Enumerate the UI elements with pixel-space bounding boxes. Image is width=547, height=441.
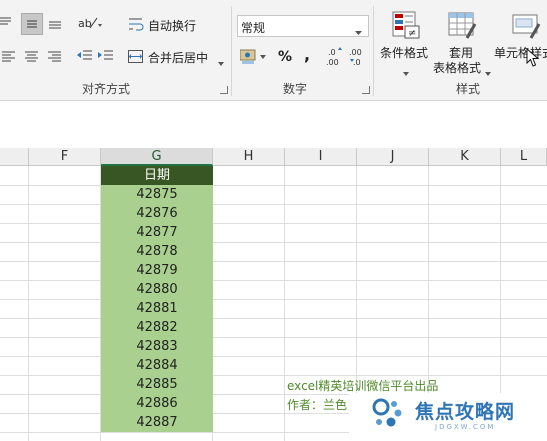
chevron-down-icon[interactable] bbox=[403, 65, 409, 76]
watermark-text: 焦点攻略网 bbox=[415, 401, 516, 423]
gridline bbox=[28, 166, 29, 441]
wrap-text-button[interactable]: 自动换行 bbox=[148, 14, 196, 36]
date-cell[interactable]: 42879 bbox=[101, 261, 213, 280]
svg-text:ab: ab bbox=[78, 17, 92, 30]
date-cell[interactable]: 42887 bbox=[101, 413, 213, 432]
middle-align-icon[interactable] bbox=[21, 13, 43, 35]
column-header-k[interactable]: K bbox=[429, 148, 501, 166]
watermark-dots-icon bbox=[372, 398, 402, 427]
divider bbox=[373, 6, 374, 96]
gridline bbox=[284, 166, 285, 441]
number-format-value: 常规 bbox=[241, 21, 266, 35]
number-dialog-launcher[interactable] bbox=[362, 86, 370, 94]
percent-style-button[interactable]: % bbox=[278, 46, 292, 68]
author-text[interactable]: 作者：兰色 bbox=[287, 396, 347, 413]
gridline bbox=[0, 299, 547, 300]
column-header-h[interactable]: H bbox=[213, 148, 285, 166]
column-header-l[interactable]: L bbox=[501, 148, 547, 166]
merge-center-icon[interactable] bbox=[128, 50, 144, 64]
svg-text:.0: .0 bbox=[328, 48, 336, 57]
date-cell[interactable]: 42886 bbox=[101, 394, 213, 413]
date-cell[interactable]: 42884 bbox=[101, 356, 213, 375]
decrease-indent-icon[interactable] bbox=[77, 49, 93, 63]
alignment-dialog-launcher[interactable] bbox=[220, 86, 228, 94]
format-as-table-line2[interactable]: 表格格式 bbox=[433, 56, 481, 78]
align-center-icon[interactable] bbox=[25, 50, 39, 62]
wrap-text-icon[interactable] bbox=[128, 16, 144, 32]
date-cell[interactable]: 42877 bbox=[101, 223, 213, 242]
chevron-down-icon[interactable] bbox=[218, 55, 224, 66]
format-as-table-icon[interactable] bbox=[447, 10, 477, 40]
orientation-icon[interactable]: ab bbox=[78, 14, 104, 32]
top-align-icon[interactable] bbox=[0, 16, 12, 28]
divider bbox=[231, 6, 232, 96]
column-header-i[interactable]: I bbox=[285, 148, 357, 166]
conditional-formatting-button[interactable]: 条件格式 bbox=[380, 41, 428, 63]
date-cell[interactable]: 42878 bbox=[101, 242, 213, 261]
row-header-corner[interactable] bbox=[0, 148, 29, 166]
date-cell[interactable]: 42882 bbox=[101, 318, 213, 337]
gridline bbox=[0, 280, 547, 281]
align-left-icon[interactable] bbox=[2, 50, 16, 62]
comma-style-button[interactable]: , bbox=[304, 43, 310, 65]
column-header-g[interactable]: G bbox=[101, 148, 213, 166]
alignment-group-label: 对齐方式 bbox=[82, 82, 131, 96]
gridline bbox=[0, 337, 547, 338]
increase-decimal-icon[interactable]: .0.00 bbox=[326, 47, 346, 67]
conditional-formatting-icon[interactable]: ≠ bbox=[391, 10, 421, 40]
watermark-logo: 焦点攻略网 JDGXW.COM bbox=[349, 393, 547, 441]
gridline bbox=[0, 204, 547, 205]
date-cell[interactable]: 42883 bbox=[101, 337, 213, 356]
number-format-dropdown[interactable]: 常规 bbox=[237, 15, 369, 37]
date-cell[interactable]: 42876 bbox=[101, 204, 213, 223]
date-cell[interactable]: 42885 bbox=[101, 375, 213, 394]
date-cell[interactable]: 42880 bbox=[101, 280, 213, 299]
column-header-j[interactable]: J bbox=[357, 148, 429, 166]
chevron-down-icon bbox=[355, 24, 362, 35]
gridline bbox=[0, 261, 547, 262]
svg-text:≠: ≠ bbox=[408, 28, 416, 39]
increase-indent-icon[interactable] bbox=[98, 49, 114, 63]
watermark-subtext: JDGXW.COM bbox=[435, 423, 496, 431]
gridline bbox=[0, 318, 547, 319]
styles-group-label: 样式 bbox=[456, 82, 481, 96]
svg-text:.0: .0 bbox=[353, 58, 361, 67]
gridline bbox=[0, 185, 547, 186]
svg-text:.00: .00 bbox=[326, 58, 339, 67]
align-right-icon[interactable] bbox=[48, 50, 62, 62]
date-header-cell[interactable]: 日期 bbox=[101, 166, 213, 185]
formula-bar-area bbox=[0, 101, 547, 149]
accounting-format-icon[interactable] bbox=[239, 48, 268, 66]
credit-text[interactable]: excel精英培训微信平台出品 bbox=[287, 377, 438, 394]
mouse-cursor-icon bbox=[526, 47, 540, 68]
svg-text:.00: .00 bbox=[349, 48, 362, 57]
gridline bbox=[0, 242, 547, 243]
decrease-decimal-icon[interactable]: .00.0 bbox=[349, 47, 369, 67]
cell-styles-icon[interactable] bbox=[511, 10, 541, 40]
date-cell[interactable]: 42875 bbox=[101, 185, 213, 204]
gridline bbox=[0, 223, 547, 224]
column-header-f[interactable]: F bbox=[29, 148, 101, 166]
date-cell[interactable]: 42881 bbox=[101, 299, 213, 318]
gridline bbox=[0, 356, 547, 357]
merge-center-button[interactable]: 合并后居中 bbox=[148, 46, 208, 68]
bottom-align-icon[interactable] bbox=[48, 16, 62, 30]
ribbon: ab 自动换行 合并后居中 对齐方式 常规 % , .0.00 .00 .0 数… bbox=[0, 0, 547, 101]
number-group-label: 数字 bbox=[283, 82, 308, 96]
chevron-down-icon[interactable] bbox=[485, 65, 491, 76]
gridline bbox=[0, 375, 547, 376]
